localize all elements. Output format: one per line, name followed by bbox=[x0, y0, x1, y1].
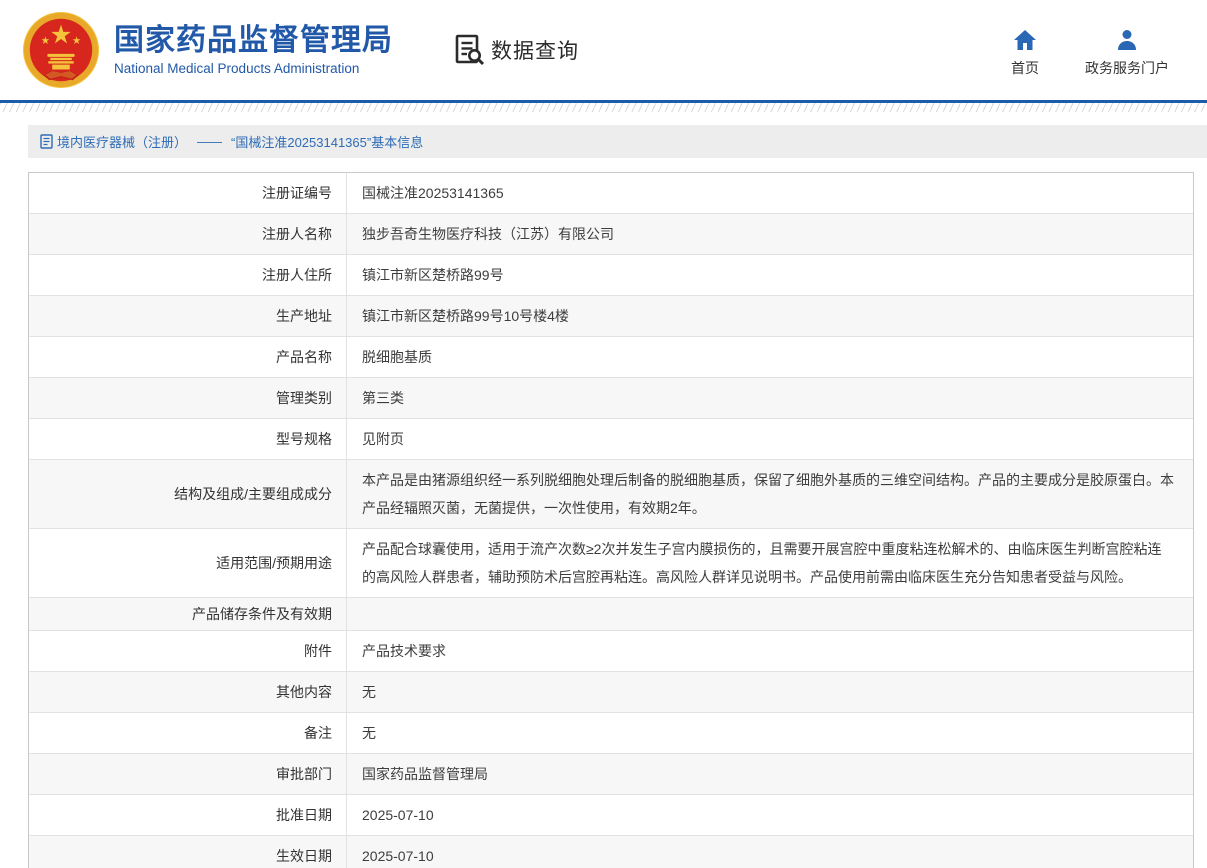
table-row: 注册人住所镇江市新区楚桥路99号 bbox=[29, 255, 1193, 296]
nav-gov-portal[interactable]: 政务服务门户 bbox=[1085, 28, 1169, 78]
table-row: 审批部门国家药品监督管理局 bbox=[29, 754, 1193, 795]
table-row: 适用范围/预期用途产品配合球囊使用，适用于流产次数≥2次并发生子宫内膜损伤的，且… bbox=[29, 529, 1193, 598]
row-value: 脱细胞基质 bbox=[347, 337, 1193, 377]
row-label: 备注 bbox=[29, 713, 347, 753]
table-row: 备注无 bbox=[29, 713, 1193, 754]
table-row: 型号规格见附页 bbox=[29, 419, 1193, 460]
table-row: 注册人名称独步吾奇生物医疗科技（江苏）有限公司 bbox=[29, 214, 1193, 255]
nav-gov-portal-label: 政务服务门户 bbox=[1085, 58, 1169, 78]
table-row: 结构及组成/主要组成成分本产品是由猪源组织经一系列脱细胞处理后制备的脱细胞基质，… bbox=[29, 460, 1193, 529]
row-value: 无 bbox=[347, 672, 1193, 712]
row-value: 见附页 bbox=[347, 419, 1193, 459]
breadcrumb: 境内医疗器械（注册） —— “国械注准20253141365”基本信息 bbox=[28, 125, 1207, 158]
row-value: 产品配合球囊使用，适用于流产次数≥2次并发生子宫内膜损伤的，且需要开展宫腔中重度… bbox=[347, 529, 1193, 597]
registration-info-table: 注册证编号国械注准20253141365 注册人名称独步吾奇生物医疗科技（江苏）… bbox=[28, 172, 1194, 868]
data-query-title: 数据查询 bbox=[491, 35, 579, 65]
row-label: 生产地址 bbox=[29, 296, 347, 336]
table-row: 产品名称脱细胞基质 bbox=[29, 337, 1193, 378]
site-title: 国家药品监督管理局 bbox=[114, 24, 393, 59]
row-value: 国械注准20253141365 bbox=[347, 173, 1193, 213]
row-label: 管理类别 bbox=[29, 378, 347, 418]
table-row: 生效日期2025-07-10 bbox=[29, 836, 1193, 868]
table-row: 注册证编号国械注准20253141365 bbox=[29, 173, 1193, 214]
row-label: 其他内容 bbox=[29, 672, 347, 712]
table-row: 产品储存条件及有效期 bbox=[29, 598, 1193, 631]
row-label: 审批部门 bbox=[29, 754, 347, 794]
row-value: 镇江市新区楚桥路99号10号楼4楼 bbox=[347, 296, 1193, 336]
breadcrumb-separator: —— bbox=[197, 134, 221, 149]
row-label: 注册人住所 bbox=[29, 255, 347, 295]
table-row: 附件产品技术要求 bbox=[29, 631, 1193, 672]
site-header: 国家药品监督管理局 National Medical Products Admi… bbox=[0, 0, 1207, 100]
row-label: 适用范围/预期用途 bbox=[29, 529, 347, 597]
national-emblem-logo bbox=[22, 11, 100, 89]
hatch-divider bbox=[0, 103, 1207, 112]
row-label: 注册人名称 bbox=[29, 214, 347, 254]
table-row: 生产地址镇江市新区楚桥路99号10号楼4楼 bbox=[29, 296, 1193, 337]
data-query-section: 数据查询 bbox=[455, 34, 579, 66]
row-value: 镇江市新区楚桥路99号 bbox=[347, 255, 1193, 295]
row-value: 第三类 bbox=[347, 378, 1193, 418]
brand-block: 国家药品监督管理局 National Medical Products Admi… bbox=[114, 24, 393, 77]
row-label: 结构及组成/主要组成成分 bbox=[29, 460, 347, 528]
row-value: 2025-07-10 bbox=[347, 795, 1193, 835]
row-value: 本产品是由猪源组织经一系列脱细胞处理后制备的脱细胞基质，保留了细胞外基质的三维空… bbox=[347, 460, 1193, 528]
row-label: 注册证编号 bbox=[29, 173, 347, 213]
breadcrumb-current: “国械注准20253141365”基本信息 bbox=[231, 132, 423, 151]
row-label: 批准日期 bbox=[29, 795, 347, 835]
table-row: 其他内容无 bbox=[29, 672, 1193, 713]
table-row: 批准日期2025-07-10 bbox=[29, 795, 1193, 836]
row-label: 生效日期 bbox=[29, 836, 347, 868]
site-subtitle: National Medical Products Administration bbox=[114, 61, 393, 76]
document-search-icon bbox=[455, 34, 485, 66]
breadcrumb-category[interactable]: 境内医疗器械（注册） bbox=[57, 132, 187, 151]
home-icon bbox=[1013, 28, 1037, 52]
nav-home[interactable]: 首页 bbox=[1011, 28, 1039, 78]
row-value: 2025-07-10 bbox=[347, 836, 1193, 868]
row-value: 无 bbox=[347, 713, 1193, 753]
row-label: 附件 bbox=[29, 631, 347, 671]
row-label: 产品储存条件及有效期 bbox=[29, 598, 347, 630]
table-row: 管理类别第三类 bbox=[29, 378, 1193, 419]
row-value bbox=[347, 598, 1193, 630]
header-nav: 首页 政务服务门户 bbox=[1011, 28, 1169, 78]
row-value: 国家药品监督管理局 bbox=[347, 754, 1193, 794]
user-icon bbox=[1115, 28, 1139, 52]
row-value: 产品技术要求 bbox=[347, 631, 1193, 671]
nav-home-label: 首页 bbox=[1011, 58, 1039, 78]
document-icon bbox=[40, 134, 53, 149]
row-value: 独步吾奇生物医疗科技（江苏）有限公司 bbox=[347, 214, 1193, 254]
row-label: 型号规格 bbox=[29, 419, 347, 459]
row-label: 产品名称 bbox=[29, 337, 347, 377]
